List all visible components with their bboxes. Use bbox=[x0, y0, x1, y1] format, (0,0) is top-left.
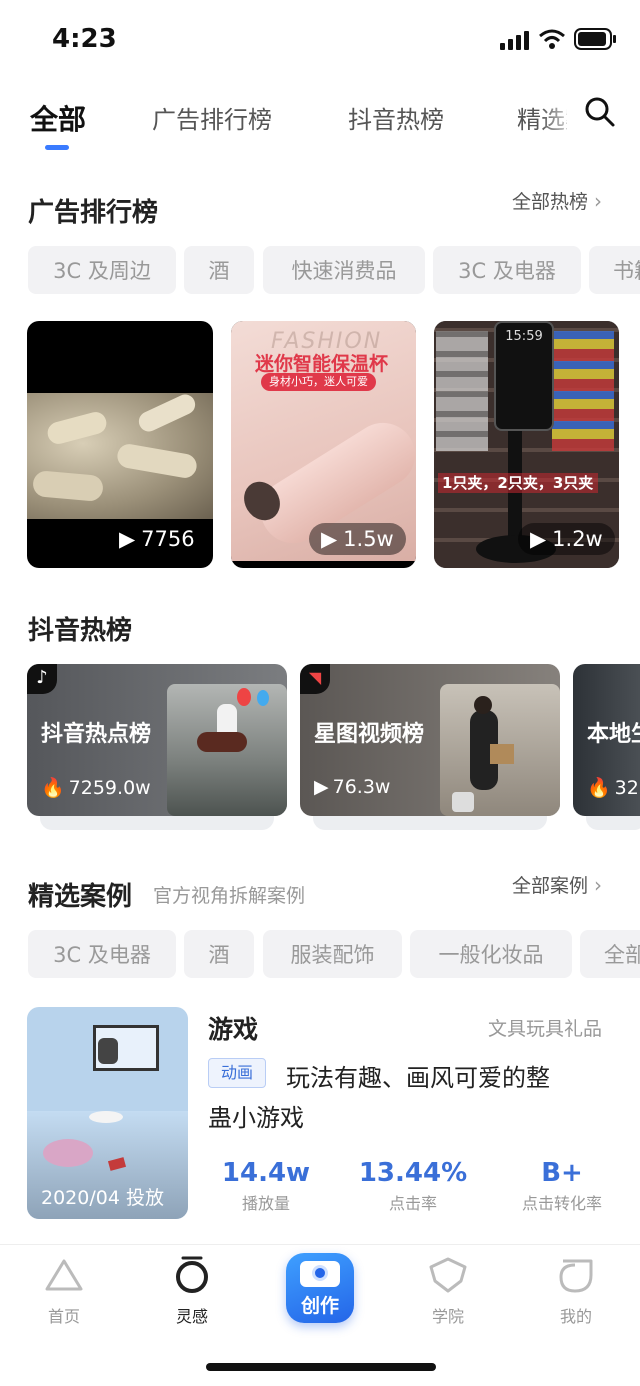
section-title-cases: 精选案例 bbox=[28, 882, 133, 912]
case-category: 游戏 bbox=[208, 1015, 259, 1044]
leaf-icon bbox=[559, 1259, 593, 1293]
circle-icon bbox=[176, 1256, 208, 1293]
video-overlay-sub: 身材小巧，迷人可爱 bbox=[261, 373, 376, 391]
search-icon[interactable] bbox=[584, 96, 616, 128]
chip-liquor[interactable]: 酒 bbox=[184, 930, 254, 978]
card-title: 星图视频榜 bbox=[314, 722, 425, 747]
video-overlay-text: 1只夹，2只夹，3只夹 bbox=[438, 473, 598, 493]
create-label: 创作 bbox=[300, 1295, 339, 1317]
play-icon: ▶ bbox=[530, 527, 547, 551]
triangle-icon bbox=[45, 1259, 83, 1291]
stat-plays: 14.4w 播放量 bbox=[221, 1158, 311, 1213]
card-count: 🔥 7259.0w bbox=[41, 776, 151, 800]
chip-cosmetics[interactable]: 一般化妆品 bbox=[410, 930, 572, 978]
ad-video-card-2[interactable]: FASHION 迷你智能保温杯 身材小巧，迷人可爱 ▶ 1.5w bbox=[231, 321, 416, 568]
signal-icon bbox=[500, 31, 529, 50]
video-overlay-title: 迷你智能保温杯 bbox=[255, 353, 389, 375]
chip-liquor[interactable]: 酒 bbox=[184, 246, 254, 294]
ad-video-card-1[interactable]: ▶ 7756 bbox=[27, 321, 213, 568]
chip-apparel[interactable]: 服装配饰 bbox=[263, 930, 402, 978]
play-icon: ▶ bbox=[119, 527, 136, 551]
bottom-nav: 首页 灵感 创作 学院 我的 bbox=[0, 1244, 640, 1386]
case-industry: 文具玩具礼品 bbox=[488, 1018, 603, 1040]
section-title-douyin: 抖音热榜 bbox=[28, 616, 133, 646]
video-thumbnail bbox=[27, 391, 213, 519]
play-icon: ▶ bbox=[314, 776, 329, 798]
fire-icon: 🔥 bbox=[41, 777, 65, 799]
local-life-card[interactable]: 本地生活 🔥325 bbox=[573, 664, 640, 816]
card-title: 本地生活 bbox=[587, 722, 640, 747]
phone-screen-time: 15:59 bbox=[505, 329, 543, 344]
tab-indicator bbox=[45, 145, 69, 150]
nav-mine[interactable]: 我的 bbox=[536, 1255, 616, 1327]
chip-fmcg[interactable]: 快速消费品 bbox=[263, 246, 425, 294]
all-cases-link[interactable]: 全部案例 › bbox=[512, 871, 602, 898]
douyin-hot-card[interactable]: ♪ 抖音热点榜 🔥 7259.0w bbox=[27, 664, 287, 816]
wifi-icon bbox=[539, 29, 565, 49]
all-cases-label: 全部案例 bbox=[512, 875, 589, 897]
chip-3c-electronics[interactable]: 3C 及电器 bbox=[28, 930, 176, 978]
chevron-right-icon: › bbox=[594, 188, 603, 213]
section-title-ad-rank: 广告排行榜 bbox=[28, 198, 159, 228]
all-hot-link[interactable]: 全部热榜 › bbox=[512, 187, 602, 214]
top-tabs: 全部 广告排行榜 抖音热榜 精选案 bbox=[0, 88, 640, 158]
card-count: 🔥325 bbox=[587, 776, 640, 800]
ad-video-card-3[interactable]: 15:59 1只夹，2只夹，3只夹 ▶ 1.2w bbox=[434, 321, 619, 568]
tab-ad-rank[interactable]: 广告排行榜 bbox=[152, 100, 272, 135]
chip-books[interactable]: 书籍 bbox=[589, 246, 640, 294]
nav-inspiration[interactable]: 灵感 bbox=[152, 1255, 232, 1327]
card-count: ▶ 76.3w bbox=[314, 776, 391, 798]
tiktok-logo-icon: ♪ bbox=[27, 664, 57, 694]
window-illustration bbox=[93, 1025, 159, 1071]
status-bar: 4:23 bbox=[0, 0, 640, 80]
play-count-badge: ▶ 1.2w bbox=[518, 523, 615, 555]
chip-all[interactable]: 全部 bbox=[580, 930, 640, 978]
pentagon-icon bbox=[429, 1257, 467, 1293]
play-count-badge: ▶ 1.5w bbox=[309, 523, 406, 555]
case-thumbnail[interactable]: 2020/04 投放 bbox=[27, 1007, 188, 1219]
stat-cvr: B+ 点击转化率 bbox=[521, 1158, 602, 1213]
nav-home[interactable]: 首页 bbox=[24, 1255, 104, 1327]
nav-academy[interactable]: 学院 bbox=[408, 1255, 488, 1327]
chevron-right-icon: › bbox=[594, 872, 603, 897]
case-date: 2020/04 投放 bbox=[41, 1187, 164, 1209]
tab-douyin[interactable]: 抖音热榜 bbox=[348, 100, 444, 135]
all-hot-label: 全部热榜 bbox=[512, 191, 589, 213]
chip-3c-accessories[interactable]: 3C 及周边 bbox=[28, 246, 176, 294]
case-desc-line1: 玩法有趣、画风可爱的整 bbox=[286, 1064, 550, 1092]
home-indicator bbox=[206, 1363, 436, 1371]
stat-ctr: 13.44% 点击率 bbox=[358, 1158, 468, 1213]
case-desc-line2: 蛊小游戏 bbox=[208, 1104, 304, 1132]
battery-icon bbox=[574, 28, 616, 50]
xingtu-logo-icon: ◥ bbox=[300, 664, 330, 694]
camera-icon bbox=[300, 1261, 340, 1287]
play-count-badge: ▶ 7756 bbox=[119, 527, 195, 551]
status-time: 4:23 bbox=[52, 24, 117, 54]
chip-3c-electronics[interactable]: 3C 及电器 bbox=[433, 246, 581, 294]
card-title: 抖音热点榜 bbox=[41, 722, 152, 747]
tab-all[interactable]: 全部 bbox=[30, 98, 86, 138]
play-icon: ▶ bbox=[321, 527, 338, 551]
case-tag: 动画 bbox=[208, 1058, 267, 1088]
section-subtitle-cases: 官方视角拆解案例 bbox=[153, 885, 306, 907]
create-button[interactable]: 创作 bbox=[286, 1253, 354, 1323]
xingtu-video-card[interactable]: ◥ 星图视频榜 ▶ 76.3w bbox=[300, 664, 560, 816]
fire-icon: 🔥 bbox=[587, 777, 611, 799]
